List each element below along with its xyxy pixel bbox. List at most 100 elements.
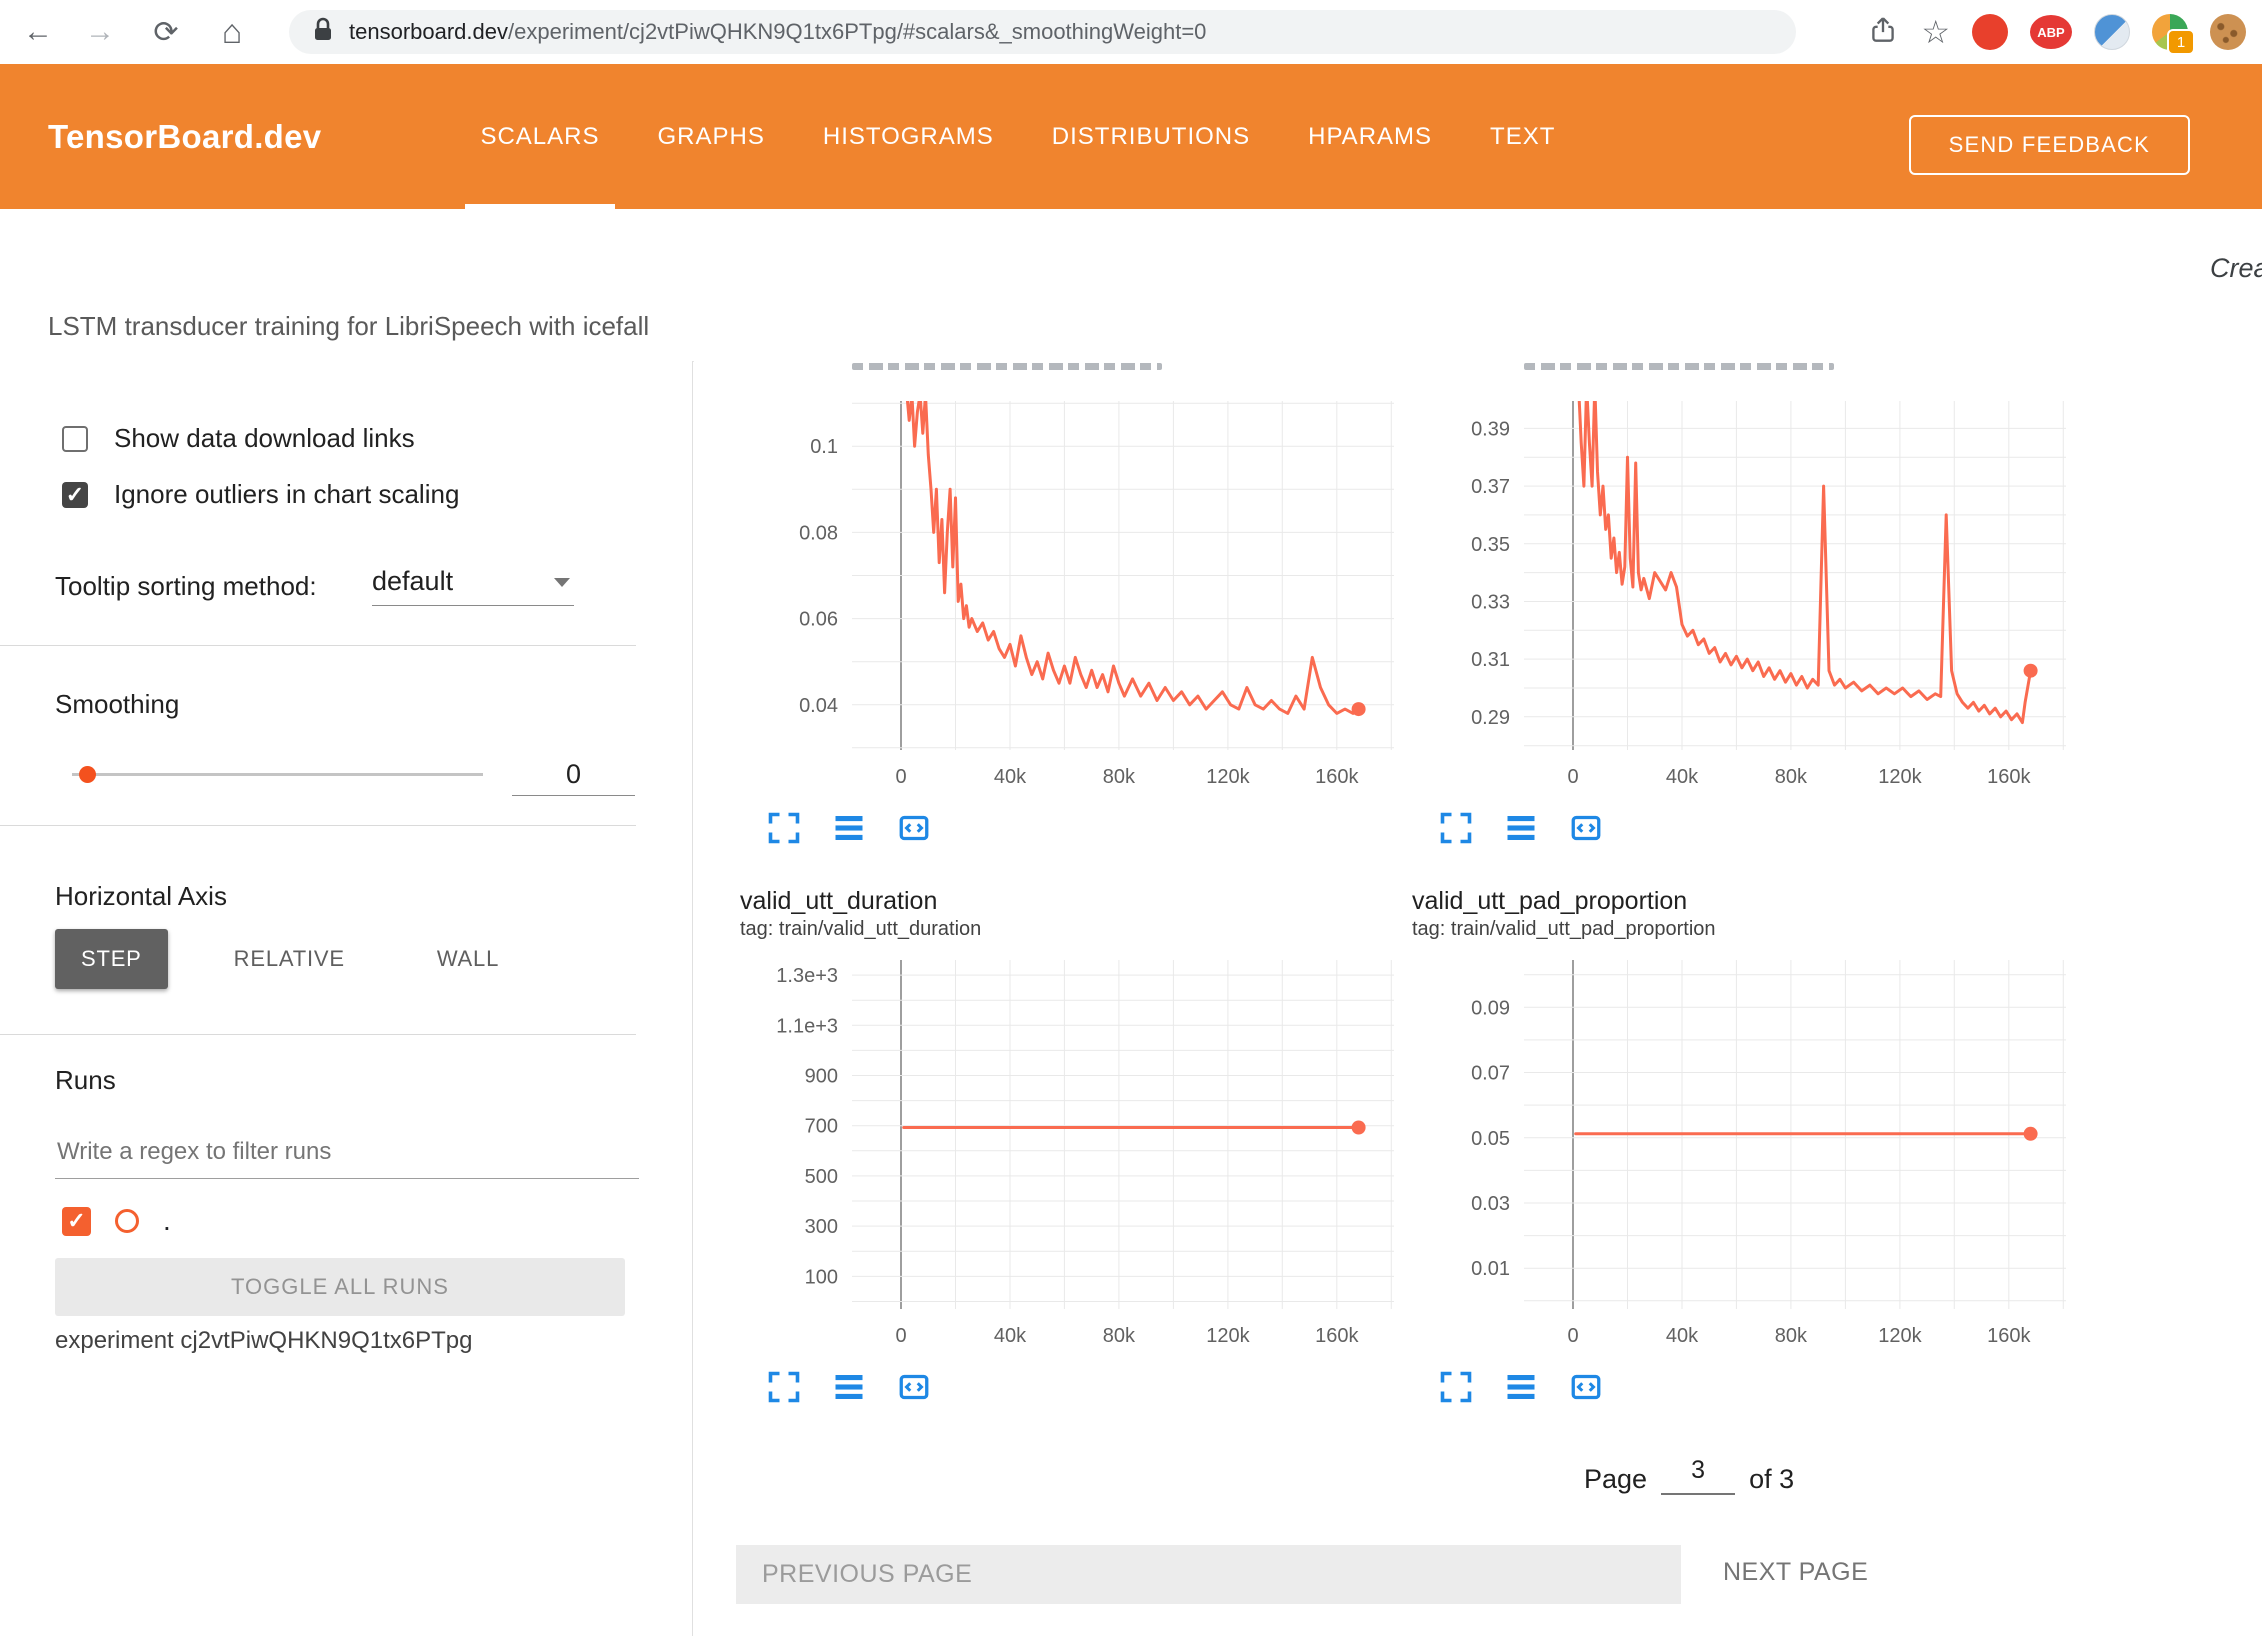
url-path: /experiment/cj2vtPiwQHKN9Q1tx6PTpg/#scal…	[508, 19, 1206, 44]
run-color-swatch[interactable]	[115, 1209, 139, 1233]
fit-domain-icon[interactable]	[1568, 810, 1604, 846]
expand-chart-icon[interactable]	[1438, 1369, 1474, 1405]
runs-table-icon[interactable]	[831, 1369, 867, 1405]
svg-text:40k: 40k	[994, 766, 1027, 788]
home-icon[interactable]: ⌂	[208, 0, 256, 64]
app-header: TensorBoard.dev SCALARS GRAPHS HISTOGRAM…	[0, 64, 2262, 209]
tab-scalars[interactable]: SCALARS	[451, 64, 628, 209]
axis-relative-button[interactable]: RELATIVE	[208, 929, 371, 989]
svg-text:0.04: 0.04	[799, 695, 838, 717]
bookmark-star-icon[interactable]: ☆	[1921, 13, 1950, 51]
scalar-chart[interactable]: 040k80k120k160k1003005007009001.1e+31.3e…	[740, 954, 1400, 1359]
toggle-all-runs-button[interactable]: TOGGLE ALL RUNS	[55, 1258, 625, 1316]
reload-icon[interactable]: ⟳	[142, 0, 190, 64]
browser-window: ← → ⟳ ⌂ tensorboard.dev/experiment/cj2vt…	[0, 0, 2262, 1636]
chart-card: valid_utt_pad_proportion tag: train/vali…	[1412, 886, 2072, 1405]
next-page-button[interactable]: NEXT PAGE	[1717, 1557, 1874, 1588]
tab-hparams[interactable]: HPARAMS	[1279, 64, 1461, 209]
share-icon[interactable]	[1867, 14, 1899, 51]
chevron-down-icon	[554, 578, 570, 587]
smoothing-slider-thumb[interactable]	[79, 766, 96, 783]
scalar-chart[interactable]: 040k80k120k160k0.040.060.080.1	[740, 395, 1400, 800]
runs-table-icon[interactable]	[1503, 810, 1539, 846]
fit-domain-icon[interactable]	[896, 810, 932, 846]
svg-text:120k: 120k	[1878, 1325, 1922, 1347]
svg-text:0.05: 0.05	[1471, 1128, 1510, 1150]
chart-actions	[1412, 1369, 2072, 1405]
nav-tabs: SCALARS GRAPHS HISTOGRAMS DISTRIBUTIONS …	[451, 64, 1584, 209]
svg-text:0.03: 0.03	[1471, 1193, 1510, 1215]
clipped-tag-text	[1524, 363, 1834, 370]
runs-filter-input[interactable]	[55, 1126, 639, 1179]
smoothing-label: Smoothing	[55, 689, 179, 720]
tooltip-sorting-select[interactable]: default	[372, 566, 574, 606]
abp-extension-icon[interactable]: ABP	[2030, 15, 2072, 49]
svg-text:0.08: 0.08	[799, 522, 838, 544]
runs-table-icon[interactable]	[1503, 1369, 1539, 1405]
previous-page-button[interactable]: PREVIOUS PAGE	[736, 1545, 1681, 1604]
clipped-chart-header	[1412, 361, 2072, 395]
send-feedback-button[interactable]: SEND FEEDBACK	[1909, 115, 2190, 175]
checkbox-unchecked-icon[interactable]	[62, 426, 88, 452]
divider	[0, 1034, 636, 1035]
chart-title: valid_utt_pad_proportion	[1412, 886, 2072, 916]
back-icon[interactable]: ←	[14, 0, 62, 64]
fit-domain-icon[interactable]	[896, 1369, 932, 1405]
clipped-tag-text	[852, 363, 1162, 370]
scalar-chart[interactable]: 040k80k120k160k0.010.030.050.070.09	[1412, 954, 2072, 1359]
smoothing-value-input[interactable]: 0	[512, 753, 635, 796]
tab-distributions[interactable]: DISTRIBUTIONS	[1023, 64, 1279, 209]
axis-step-button[interactable]: STEP	[55, 929, 168, 989]
fit-domain-icon[interactable]	[1568, 1369, 1604, 1405]
svg-text:160k: 160k	[1987, 766, 2031, 788]
forward-icon[interactable]: →	[76, 0, 124, 64]
chart-card: 040k80k120k160k0.290.310.330.350.370.39	[1412, 361, 2072, 846]
axis-wall-button[interactable]: WALL	[411, 929, 525, 989]
clipped-chart-header	[740, 361, 1400, 395]
runs-table-icon[interactable]	[831, 810, 867, 846]
chart-actions	[740, 810, 1400, 846]
svg-text:0.35: 0.35	[1471, 534, 1510, 556]
svg-text:900: 900	[805, 1066, 838, 1088]
address-bar[interactable]: tensorboard.dev/experiment/cj2vtPiwQHKN9…	[289, 10, 1796, 54]
scalar-chart[interactable]: 040k80k120k160k0.290.310.330.350.370.39	[1412, 395, 2072, 800]
run-checkbox[interactable]: ✓	[62, 1207, 91, 1236]
expand-chart-icon[interactable]	[766, 810, 802, 846]
svg-text:40k: 40k	[1666, 1325, 1699, 1347]
adblock-extension-icon[interactable]	[1972, 14, 2008, 50]
chart-actions	[740, 1369, 1400, 1405]
svg-text:0.39: 0.39	[1471, 418, 1510, 440]
svg-text:40k: 40k	[1666, 766, 1699, 788]
settings-sidebar: Show data download links ✓ Ignore outlie…	[0, 361, 693, 1636]
horizontal-axis-label: Horizontal Axis	[55, 881, 227, 912]
svg-text:120k: 120k	[1206, 766, 1250, 788]
smoothing-slider[interactable]	[72, 773, 483, 776]
profile-avatar[interactable]: 1	[2152, 14, 2188, 50]
svg-text:120k: 120k	[1206, 1325, 1250, 1347]
svg-text:0.06: 0.06	[799, 609, 838, 631]
blue-extension-icon[interactable]	[2094, 14, 2130, 50]
page-label: Page	[1584, 1464, 1647, 1495]
tab-text[interactable]: TEXT	[1461, 64, 1584, 209]
svg-text:0: 0	[1567, 1325, 1578, 1347]
svg-text:1.3e+3: 1.3e+3	[776, 965, 838, 987]
tab-graphs[interactable]: GRAPHS	[629, 64, 794, 209]
expand-chart-icon[interactable]	[1438, 810, 1474, 846]
svg-text:120k: 120k	[1878, 766, 1922, 788]
expand-chart-icon[interactable]	[766, 1369, 802, 1405]
show-download-links-checkbox[interactable]: Show data download links	[62, 423, 415, 454]
svg-text:0.31: 0.31	[1471, 649, 1510, 671]
cookie-extension-icon[interactable]	[2210, 14, 2246, 50]
svg-text:160k: 160k	[1315, 1325, 1359, 1347]
page-number-input[interactable]	[1661, 1447, 1735, 1495]
browser-chrome: ← → ⟳ ⌂ tensorboard.dev/experiment/cj2vt…	[0, 0, 2262, 64]
lock-icon	[311, 16, 335, 49]
checkbox-label: Show data download links	[114, 423, 415, 454]
tab-histograms[interactable]: HISTOGRAMS	[794, 64, 1023, 209]
ignore-outliers-checkbox[interactable]: ✓ Ignore outliers in chart scaling	[62, 479, 459, 510]
svg-text:300: 300	[805, 1216, 838, 1238]
checkbox-label: Ignore outliers in chart scaling	[114, 479, 459, 510]
url-domain: tensorboard.dev	[349, 19, 508, 44]
checkbox-checked-icon[interactable]: ✓	[62, 482, 88, 508]
svg-text:700: 700	[805, 1116, 838, 1138]
